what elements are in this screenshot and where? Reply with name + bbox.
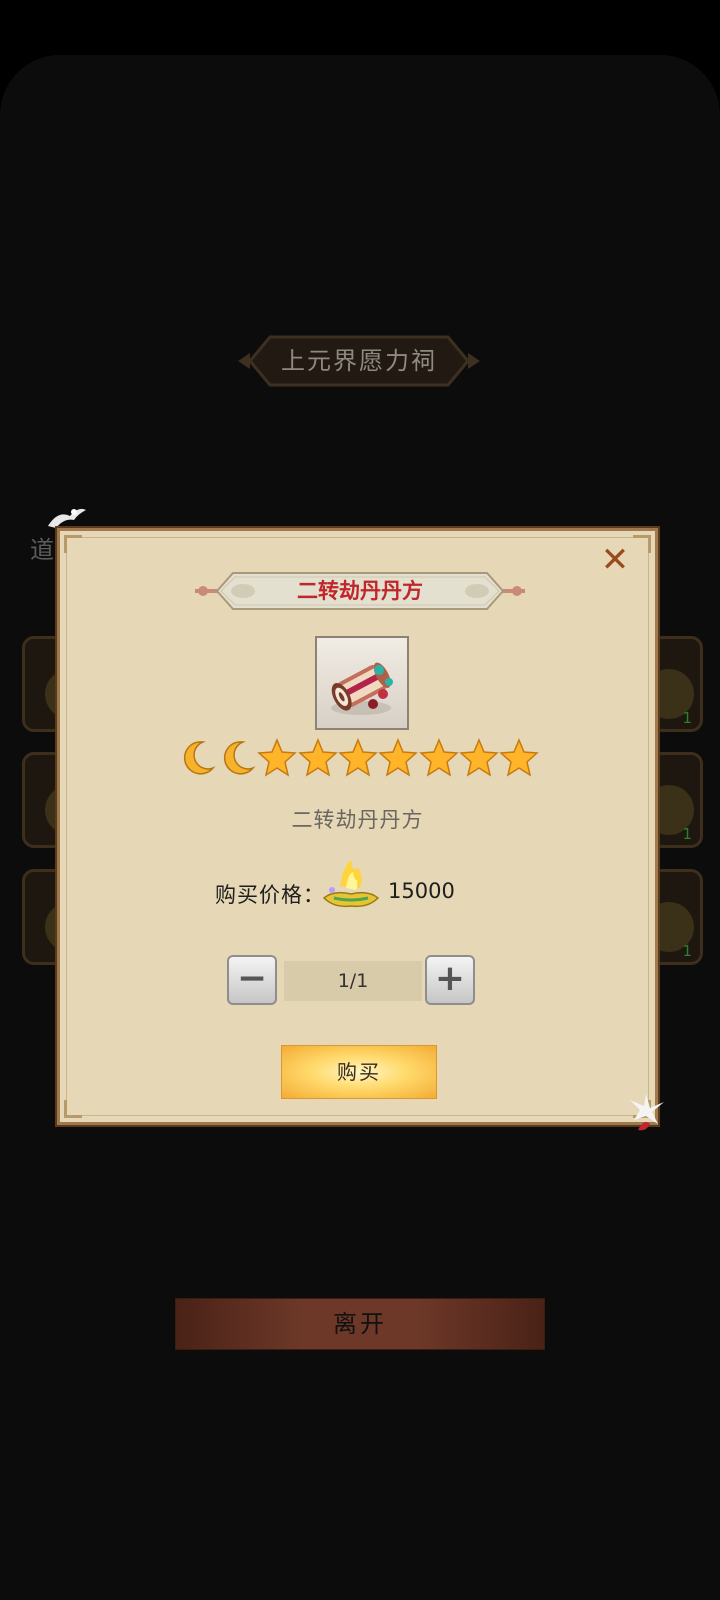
- star-icon: [298, 738, 338, 777]
- star-icon: [419, 738, 459, 777]
- pill-recipe-scroll-icon: [331, 662, 393, 715]
- shop-title: 上元界愿力祠: [281, 347, 437, 375]
- star-icon: [378, 738, 418, 777]
- price-value: 15000: [388, 879, 455, 903]
- slot-count: 1: [682, 942, 692, 960]
- increase-quantity-button[interactable]: +: [425, 955, 475, 1005]
- corner-ornament: [633, 535, 651, 553]
- minus-icon: −: [236, 958, 268, 999]
- corner-ornament: [64, 535, 82, 553]
- leave-button[interactable]: 离开: [175, 1298, 545, 1350]
- item-icon-frame[interactable]: [315, 636, 409, 730]
- moon-icon: [183, 741, 216, 775]
- star-icon: [338, 738, 378, 777]
- plus-icon: +: [434, 958, 466, 999]
- fairy-decoration-icon: [630, 1094, 664, 1131]
- item-name: 二转劫丹丹方: [291, 808, 424, 832]
- price-label: 购买价格：: [215, 883, 325, 907]
- quantity-field[interactable]: 1/1: [284, 961, 422, 1001]
- rarity-rating: [177, 738, 547, 782]
- corner-ornament: [64, 1100, 82, 1118]
- gold-ingot-icon: [322, 860, 380, 908]
- star-icon: [499, 738, 539, 777]
- buy-button[interactable]: 购买: [281, 1045, 437, 1099]
- decrease-quantity-button[interactable]: −: [227, 955, 277, 1005]
- moon-icon: [223, 741, 256, 775]
- slot-count: 1: [682, 825, 692, 843]
- slot-count: 1: [682, 709, 692, 727]
- close-icon[interactable]: ✕: [598, 543, 632, 577]
- shop-title-plate: 上元界愿力祠: [236, 333, 482, 389]
- side-tab-label[interactable]: 道: [30, 530, 54, 565]
- item-title-banner: 二转劫丹丹方: [195, 569, 525, 613]
- item-title: 二转劫丹丹方: [297, 579, 423, 603]
- purchase-dialog: ✕ 二转劫丹丹方 二转劫丹丹方 购买价格： 15000 − 1/1 + 购买: [57, 528, 658, 1125]
- star-icon: [459, 738, 499, 777]
- star-icon: [257, 738, 297, 777]
